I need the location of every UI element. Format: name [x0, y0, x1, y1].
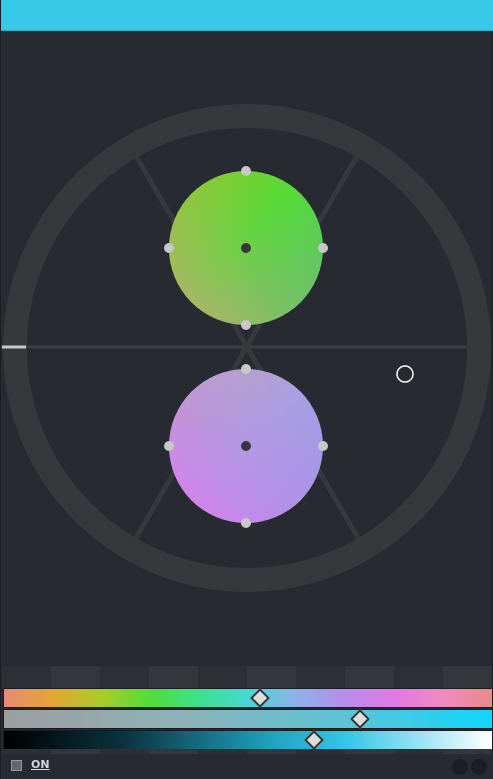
handle-dot — [241, 364, 251, 374]
handle-dot — [241, 320, 251, 330]
harmony-wheel-area[interactable] — [1, 31, 493, 666]
swatch[interactable] — [198, 666, 247, 688]
secondary-center-dot[interactable] — [241, 441, 251, 451]
cursor-ring-icon — [396, 365, 414, 383]
handle-dot — [164, 243, 174, 253]
color-harmony-window: ON — [0, 0, 493, 779]
value-slider-handle[interactable] — [303, 730, 324, 750]
handle-dot — [164, 441, 174, 451]
swatch[interactable] — [394, 666, 443, 688]
hue-slider-handle[interactable] — [250, 688, 271, 708]
harmony-wheel[interactable] — [1, 31, 493, 666]
swatch[interactable] — [149, 666, 198, 688]
title-bar[interactable] — [1, 0, 493, 31]
saturation-slider-handle[interactable] — [350, 709, 371, 729]
handle-dot — [241, 518, 251, 528]
enable-checkbox-label[interactable]: ON — [31, 758, 50, 771]
swatch[interactable] — [51, 666, 100, 688]
hue-slider[interactable] — [3, 688, 493, 708]
saturation-slider[interactable] — [3, 709, 493, 729]
primary-center-dot[interactable] — [241, 243, 251, 253]
swatch-strip[interactable] — [2, 666, 492, 688]
value-slider[interactable] — [3, 730, 493, 750]
enable-checkbox[interactable] — [11, 760, 22, 771]
swatch[interactable] — [296, 666, 345, 688]
swatch[interactable] — [100, 666, 149, 688]
circle-icon[interactable] — [471, 759, 487, 775]
swatch[interactable] — [345, 666, 394, 688]
swatch[interactable] — [2, 666, 51, 688]
swatch[interactable] — [247, 666, 296, 688]
swatch[interactable] — [443, 666, 492, 688]
circle-icon[interactable] — [452, 759, 468, 775]
handle-dot — [318, 243, 328, 253]
handle-dot — [318, 441, 328, 451]
footer-bar: ON — [1, 754, 493, 779]
handle-dot — [241, 166, 251, 176]
